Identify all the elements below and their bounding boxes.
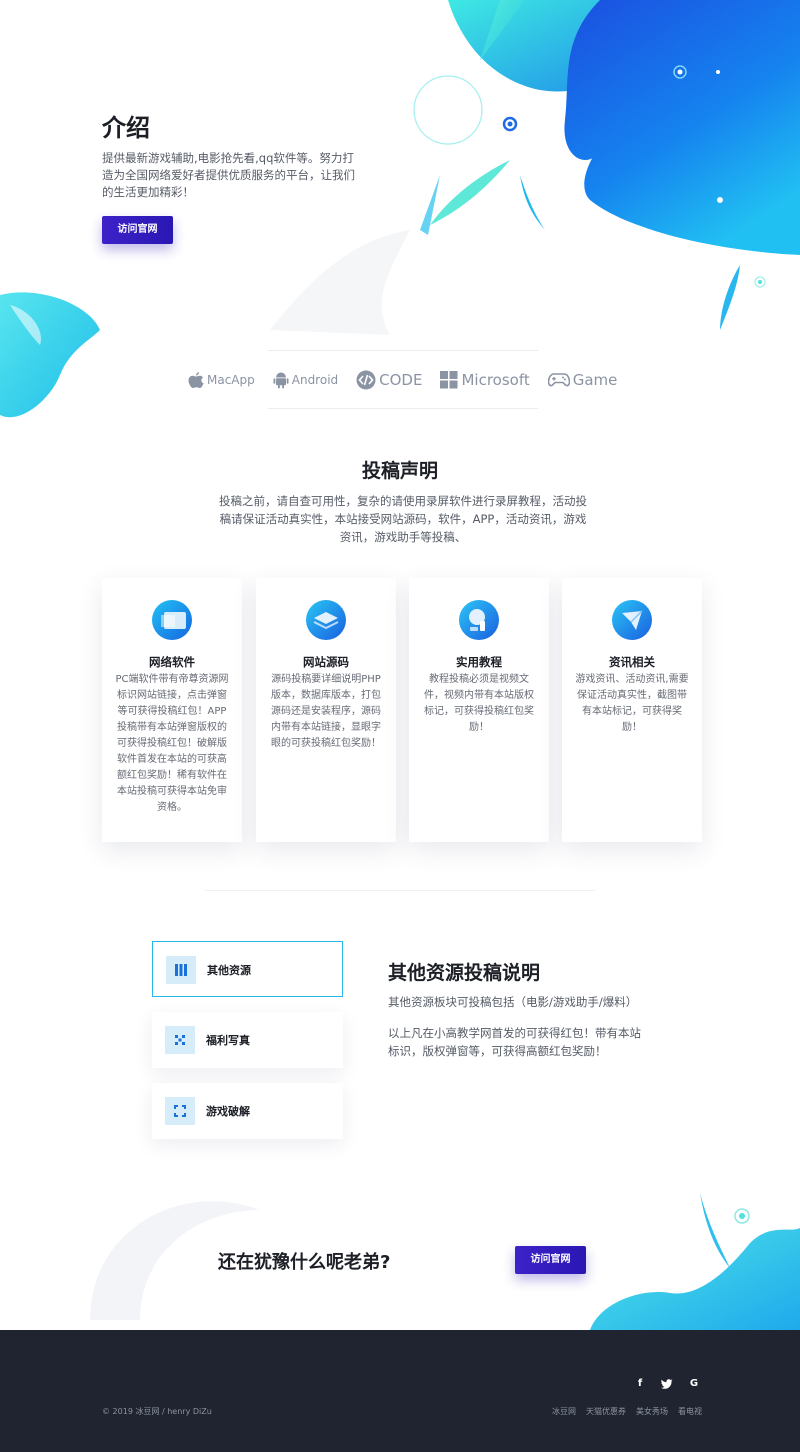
footer-link[interactable]: 天猫优惠券 (586, 1406, 626, 1417)
tab-game-cracks[interactable]: 游戏破解 (152, 1083, 343, 1139)
columns-icon (166, 956, 196, 984)
platform-label: Game (572, 371, 618, 389)
card-text: PC端软件带有帝尊资源网标识网站链接，点击弹窗等可获得投稿红包！APP投稿带有本… (115, 674, 229, 813)
code-icon (356, 370, 376, 390)
tab-label: 游戏破解 (206, 1105, 250, 1118)
platform-label: MacApp (207, 373, 255, 387)
intro-description: 提供最新游戏辅助,电影抢先看,qq软件等。努力打造为全国网络爱好者提供优质服务的… (102, 151, 355, 199)
apple-icon (188, 372, 204, 388)
card-text: 源码投稿要详细说明PHP版本，数据库版本，打包源码还是安装程序，源码内带有本站链… (271, 674, 381, 749)
card-website-source: 网站源码 源码投稿要详细说明PHP版本，数据库版本，打包源码还是安装程序，源码内… (256, 578, 396, 842)
card-network-software: 网络软件 PC端软件带有帝尊资源网标识网站链接，点击弹窗等可获得投稿红包！APP… (102, 578, 242, 842)
cta-visit-site-button[interactable]: 访问官网 (515, 1246, 586, 1274)
card-title: 实用教程 (456, 655, 502, 669)
tab-other-resources[interactable]: 其他资源 (152, 941, 343, 997)
intro-title: 介绍 (102, 114, 150, 142)
grid-icon (165, 1026, 195, 1054)
facebook-icon[interactable]: f (633, 1378, 647, 1389)
bottom-right-blob-decoration (590, 1193, 800, 1330)
footer: f G © 2019 冰豆网 / henry DiZu 冰豆网 天猫优惠券 美女… (0, 1330, 800, 1452)
copyright: © 2019 冰豆网 / henry DiZu (102, 1407, 212, 1416)
platform-label: CODE (379, 371, 423, 389)
platform-game: Game (547, 371, 618, 389)
footer-link[interactable]: 美女秀场 (636, 1406, 668, 1417)
section-divider (205, 890, 595, 891)
frame-icon (165, 1097, 195, 1125)
card-title: 网站源码 (303, 655, 349, 669)
window-icon (152, 600, 192, 640)
card-title: 网络软件 (149, 655, 195, 669)
platform-microsoft: Microsoft (440, 371, 530, 389)
platform-code: CODE (356, 370, 422, 390)
platform-label: Microsoft (461, 371, 530, 389)
platforms-divider-top (268, 350, 538, 351)
layers-icon (306, 600, 346, 640)
other-resources-paragraph-1: 其他资源板块可投稿包括（电影/游戏助手/爆料） (388, 995, 638, 1009)
platform-label: Android (291, 373, 339, 387)
windows-icon (440, 371, 458, 389)
card-tutorials: 实用教程 教程投稿必须是视频文件，视频内带有本站版权标记，可获得投稿红包奖励！ (409, 578, 549, 842)
faint-shape-decoration (270, 230, 410, 335)
submission-title: 投稿声明 (361, 460, 438, 482)
card-news: 资讯相关 游戏资讯、活动资讯,需要保证活动真实性，截图带有本站标记，可获得奖励！ (562, 578, 702, 842)
visit-site-button[interactable]: 访问官网 (102, 216, 173, 244)
card-text: 教程投稿必须是视频文件，视频内带有本站版权标记，可获得投稿红包奖励！ (424, 674, 534, 733)
tutorial-icon (459, 600, 499, 640)
twitter-icon[interactable] (660, 1379, 674, 1389)
tab-label: 其他资源 (207, 964, 251, 977)
card-text: 游戏资讯、活动资讯,需要保证活动真实性，截图带有本站标记，可获得奖励！ (575, 674, 689, 733)
android-icon (273, 372, 289, 389)
platform-android: Android (273, 371, 338, 389)
footer-link[interactable]: 冰豆网 (552, 1406, 576, 1417)
hero-decoration (413, 0, 800, 330)
other-resources-paragraph-2: 以上凡在小高教学网首发的可获得红包！带有本站标识，版权弹窗等，可获得高额红包奖励… (388, 1026, 641, 1058)
tab-welfare-photos[interactable]: 福利写真 (152, 1012, 343, 1068)
platform-macapp: MacApp (188, 371, 255, 389)
google-icon[interactable]: G (687, 1378, 701, 1389)
card-title: 资讯相关 (609, 655, 655, 669)
submission-description: 投稿之前，请自查可用性，复杂的请使用录屏软件进行录屏教程，活动投稿请保证活动真实… (219, 494, 587, 544)
footer-link[interactable]: 看电视 (678, 1406, 702, 1417)
platforms-row: MacApp Android CODE Microsoft Game (188, 366, 618, 394)
paper-plane-icon (612, 600, 652, 640)
gamepad-icon (547, 373, 570, 387)
platforms-divider-bottom (268, 408, 538, 409)
cta-heading: 还在犹豫什么呢老弟? (218, 1252, 391, 1273)
tab-label: 福利写真 (206, 1034, 250, 1047)
footer-links: 冰豆网 天猫优惠券 美女秀场 看电视 (542, 1406, 702, 1417)
left-blob-decoration (0, 292, 100, 418)
other-resources-title: 其他资源投稿说明 (388, 962, 541, 984)
